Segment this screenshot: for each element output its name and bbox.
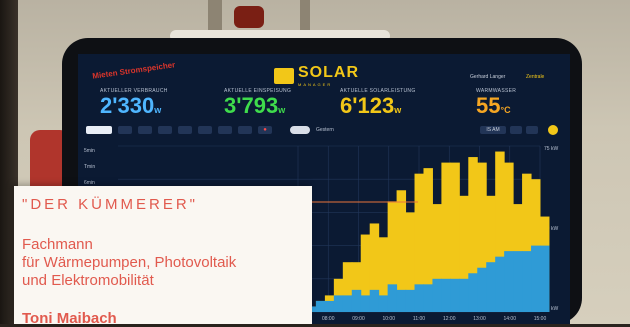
y-tick-label: 5min <box>84 148 95 154</box>
consumption-area-bar <box>324 300 335 312</box>
consumption-area-bar <box>342 295 353 312</box>
x-tick-label: 14:00 <box>503 316 516 322</box>
consumption-area-bar <box>351 289 362 312</box>
x-tick-label: 13:00 <box>473 316 486 322</box>
x-tick-label: 09:00 <box>352 316 365 322</box>
consumption-area-bar <box>486 262 496 312</box>
consumption-area-bar <box>414 284 424 312</box>
consumption-area-bar <box>360 295 371 312</box>
consumption-area-bar <box>504 251 514 312</box>
consumption-area-bar <box>459 278 469 312</box>
consumption-area-bar <box>495 256 505 312</box>
consumption-area-bar <box>423 284 433 312</box>
consumption-area-bar <box>315 300 326 312</box>
consumption-area-bar <box>432 278 442 312</box>
consumption-area-bar <box>333 295 344 312</box>
consumption-area-bar <box>513 251 523 312</box>
consumption-area-bar <box>477 267 487 312</box>
consumption-area-bar <box>531 245 541 312</box>
valve <box>234 6 264 28</box>
y-tick-label: Tmin <box>84 164 95 170</box>
consumption-area-bar <box>387 284 398 312</box>
x-tick-label: 11:00 <box>413 316 425 322</box>
consumption-area-bar <box>369 289 380 312</box>
x-tick-label: 12:00 <box>443 316 456 322</box>
x-tick-label: 10:00 <box>382 316 395 322</box>
card-line: Fachmann <box>22 236 93 253</box>
consumption-area-bar <box>396 289 407 312</box>
consumption-area-bar <box>378 295 389 312</box>
consumption-area-bar <box>540 245 550 312</box>
y-tick-label-right: 75 kW <box>544 146 558 152</box>
consumption-area-bar <box>450 278 460 312</box>
consumption-area-bar <box>441 278 451 312</box>
card-line: und Elektromobilität <box>22 272 154 289</box>
card-line: für Wärmepumpen, Photovoltaik <box>22 254 237 271</box>
consumption-area-bar <box>522 251 532 312</box>
card-name: Toni Maibach <box>22 310 117 327</box>
x-tick-label: 15:00 <box>534 316 547 322</box>
business-card: "DER KÜMMERER" Fachmann für Wärmepumpen,… <box>14 186 312 327</box>
consumption-area-bar <box>468 273 478 312</box>
consumption-area-bar <box>405 289 416 312</box>
x-tick-label: 08:00 <box>322 316 335 322</box>
card-title: "DER KÜMMERER" <box>22 196 198 213</box>
